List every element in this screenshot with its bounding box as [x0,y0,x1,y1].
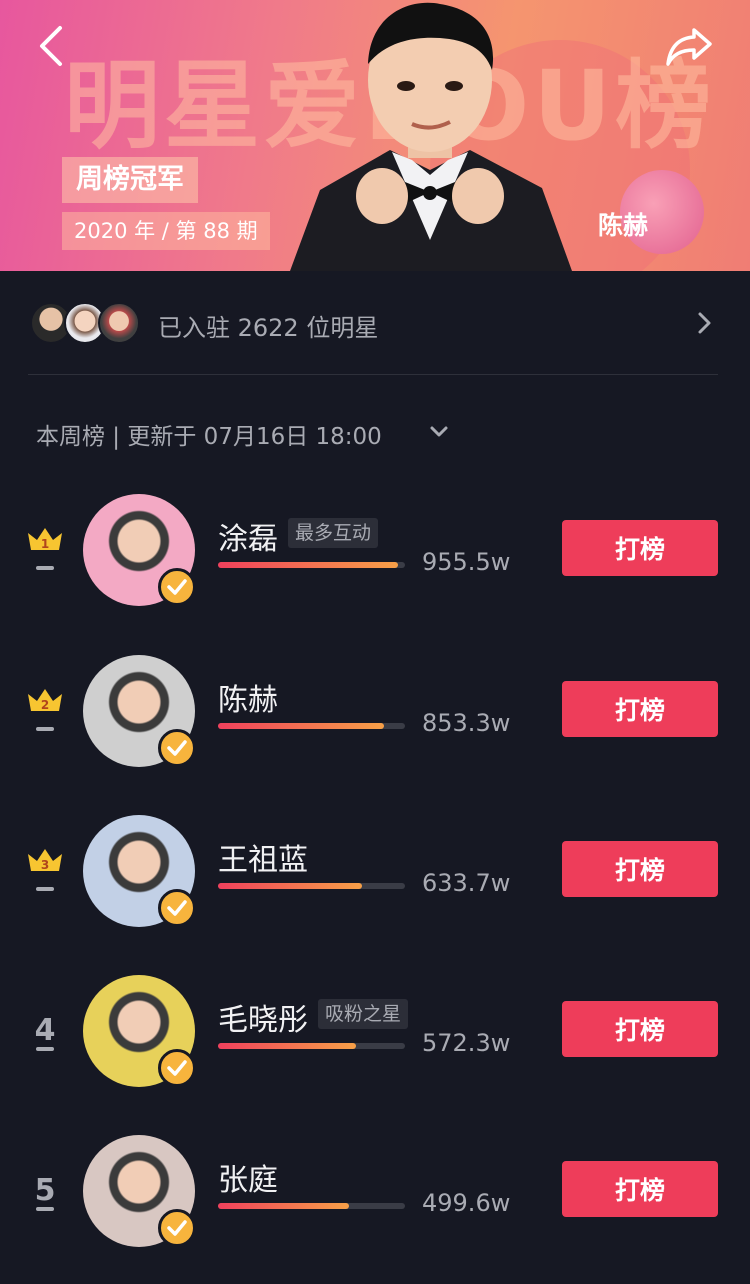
champion-name: 陈赫 [598,211,649,240]
svg-text:2: 2 [41,698,49,712]
chevron-down-icon[interactable] [428,421,450,443]
achievement-tag: 吸粉之星 [318,999,409,1029]
crown-icon: 1 [28,528,62,551]
chevron-right-icon [698,312,711,334]
rank-change-indicator [36,887,54,891]
score-value: 853.3w [422,709,511,737]
ranking-period-selector[interactable]: 本周榜 | 更新于 07月16日 18:00 [36,417,382,451]
star-name: 张庭 [218,1163,278,1198]
score-progress-fill [218,1043,357,1049]
share-arrow-icon[interactable] [664,24,714,68]
divider [28,374,718,375]
crown-icon: 2 [28,689,62,712]
period-badge: 2020 年 / 第 88 期 [62,212,270,250]
champion-banner[interactable]: 明星爱DOU榜 周榜冠军 2020 年 / 第 88 期 陈赫 [0,0,750,271]
champion-portrait [290,2,572,271]
checkmark-icon [158,568,196,606]
svg-text:3: 3 [41,858,49,872]
score-value: 499.6w [422,1189,511,1217]
star-name: 毛晓彤 [218,1003,308,1038]
residents-count-text: 已入驻 2622 位明星 [158,314,379,342]
residents-entry[interactable]: 已入驻 2622 位明星 [28,292,720,354]
vote-button[interactable]: 打榜 [562,841,718,897]
crown-icon: 3 [28,849,62,872]
score-progress-track [218,1203,405,1209]
star-name: 王祖蓝 [218,843,308,878]
rank-change-indicator [36,1047,54,1051]
svg-text:1: 1 [41,537,49,551]
score-progress-track [218,723,405,729]
rank-number: 4 [34,1013,56,1048]
vote-button[interactable]: 打榜 [562,1001,718,1057]
checkmark-icon [158,1049,196,1087]
score-progress-fill [218,883,362,889]
ranking-row-1: 1 涂磊 最多互动 955.5w 打榜 [0,492,750,612]
score-value: 955.5w [422,548,511,576]
vote-button[interactable]: 打榜 [562,681,718,737]
score-progress-track [218,1043,405,1049]
rank-change-indicator [36,1207,54,1211]
score-value: 572.3w [422,1029,511,1057]
rank-change-indicator [36,727,54,731]
ranking-row-3: 3 王祖蓝 633.7w 打榜 [0,813,750,933]
achievement-tag: 最多互动 [288,518,379,548]
ranking-row-5: 5 张庭 499.6w 打榜 [0,1133,750,1253]
score-progress-fill [218,562,398,568]
score-progress-fill [218,723,385,729]
back-chevron-icon[interactable] [32,24,72,68]
score-progress-track [218,883,405,889]
checkmark-icon [158,889,196,927]
resident-avatars [28,302,148,344]
ranking-row-2: 2 陈赫 853.3w 打榜 [0,653,750,773]
rank-number: 5 [34,1173,56,1208]
ranking-row-4: 4 毛晓彤 吸粉之星 572.3w 打榜 [0,973,750,1093]
avatar [98,302,140,344]
rank-change-indicator [36,566,54,570]
score-progress-track [218,562,405,568]
checkmark-icon [158,729,196,767]
vote-button[interactable]: 打榜 [562,1161,718,1217]
weekly-champion-badge: 周榜冠军 [62,157,198,203]
score-progress-fill [218,1203,349,1209]
star-name: 涂磊 [218,522,278,557]
vote-button[interactable]: 打榜 [562,520,718,576]
star-name: 陈赫 [218,683,278,718]
score-value: 633.7w [422,869,511,897]
checkmark-icon [158,1209,196,1247]
